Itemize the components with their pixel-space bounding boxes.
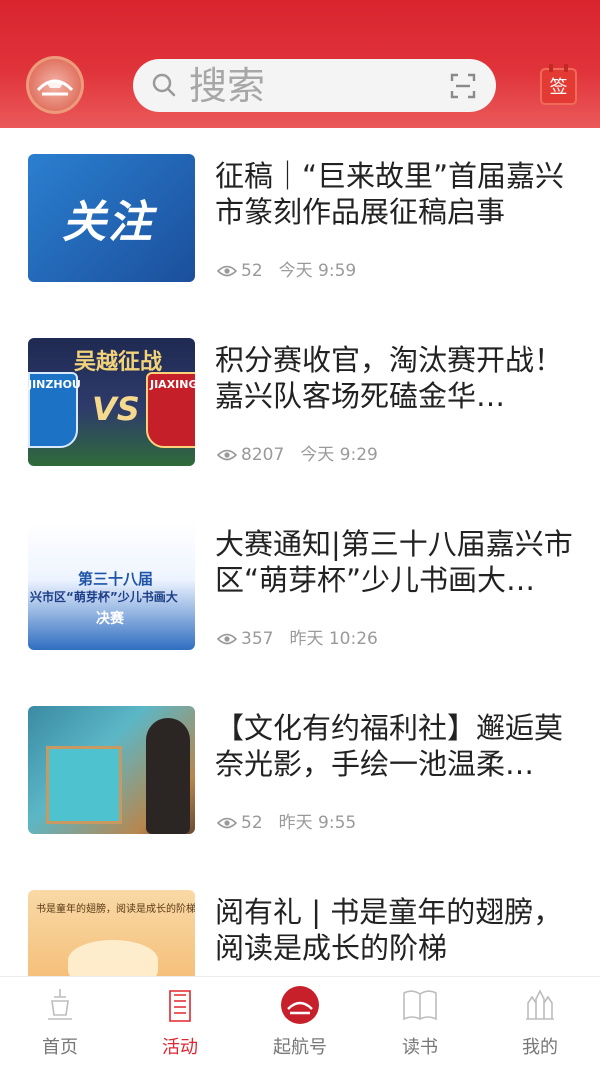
tab-home[interactable]: 首页 <box>0 977 120 1067</box>
news-meta: 8207 今天 9:29 <box>217 444 378 466</box>
tab-label: 读书 <box>402 1037 438 1058</box>
news-item[interactable]: 第三十八届 兴市区“萌芽杯”少儿书画大 决赛 大赛通知|第三十八届嘉兴市区“萌芽… <box>0 496 600 680</box>
thumbnail-line-3: 决赛 <box>96 611 124 627</box>
tab-label: 起航号 <box>273 1037 327 1058</box>
activity-icon <box>169 990 191 1022</box>
view-count-icon <box>217 633 237 645</box>
bottom-tab-bar: 首页 活动 起航号 读书 我的 <box>0 976 600 1067</box>
news-thumbnail: 关注 <box>28 154 195 282</box>
profile-icon <box>526 989 554 1020</box>
thumbnail-text: 书是童年的翅膀，阅读是成长的阶梯 <box>36 904 195 915</box>
book-icon <box>403 990 437 1021</box>
tab-activity[interactable]: 活动 <box>120 977 240 1067</box>
view-count: 52 <box>241 813 263 833</box>
thumbnail-text: 关注 <box>62 197 154 248</box>
easel-canvas <box>46 746 122 824</box>
home-icon <box>48 989 72 1020</box>
app-logo-icon[interactable] <box>26 56 84 114</box>
news-title: 【文化有约福利社】邂逅莫奈光影，手绘一池温柔… <box>215 711 564 781</box>
news-title: 积分赛收官，淘汰赛开战！嘉兴队客场死磕金华… <box>215 343 564 413</box>
team-left-name: JINZHOU <box>28 378 81 391</box>
search-placeholder: 搜索 <box>189 64 266 108</box>
news-thumbnail: 第三十八届 兴市区“萌芽杯”少儿书画大 决赛 <box>28 522 195 650</box>
tab-reading[interactable]: 读书 <box>360 977 480 1067</box>
news-meta: 52 昨天 9:55 <box>217 812 356 834</box>
view-count: 52 <box>241 261 263 281</box>
checkin-calendar-icon[interactable]: 签 <box>542 64 575 103</box>
publish-time: 昨天 10:26 <box>289 629 378 649</box>
view-count-icon <box>217 449 237 461</box>
news-meta: 357 昨天 10:26 <box>217 628 378 650</box>
view-count: 8207 <box>241 445 285 465</box>
news-title: 征稿｜“巨来故里”首届嘉兴市篆刻作品展征稿启事 <box>215 159 565 229</box>
tab-qihang[interactable]: 起航号 <box>240 977 360 1067</box>
tab-label: 活动 <box>162 1037 198 1058</box>
news-thumbnail <box>28 706 195 834</box>
search-bar[interactable]: 搜索 <box>133 59 496 112</box>
flying-book-illustration <box>68 940 158 980</box>
tab-profile[interactable]: 我的 <box>480 977 600 1067</box>
view-count: 357 <box>241 629 274 649</box>
painter-figure <box>146 718 190 834</box>
thumbnail-line-2: 兴市区“萌芽杯”少儿书画大 <box>30 590 178 604</box>
tab-label: 我的 <box>522 1037 558 1058</box>
qihang-icon <box>281 986 319 1024</box>
team-right-name: JIAXING <box>150 378 195 391</box>
versus-label: VS <box>92 390 140 428</box>
publish-time: 昨天 9:55 <box>278 813 357 833</box>
news-title: 阅有礼 | 书是童年的翅膀，阅读是成长的阶梯 <box>215 895 563 965</box>
view-count-icon <box>217 817 237 829</box>
news-thumbnail: 吴越征战 JINZHOU VS JIAXING <box>28 338 195 466</box>
news-item[interactable]: 关注 征稿｜“巨来故里”首届嘉兴市篆刻作品展征稿启事 52 今天 9:59 <box>0 128 600 312</box>
news-meta: 52 今天 9:59 <box>217 260 356 282</box>
search-icon <box>152 73 176 97</box>
news-item[interactable]: 吴越征战 JINZHOU VS JIAXING 积分赛收官，淘汰赛开战！嘉兴队客… <box>0 312 600 496</box>
publish-time: 今天 9:29 <box>300 445 378 465</box>
news-item[interactable]: 【文化有约福利社】邂逅莫奈光影，手绘一池温柔… 52 昨天 9:55 <box>0 680 600 864</box>
thumbnail-line-1: 第三十八届 <box>78 570 154 588</box>
view-count-icon <box>217 265 237 277</box>
news-title: 大赛通知|第三十八届嘉兴市区“萌芽杯”少儿书画大… <box>215 527 573 597</box>
tab-label: 首页 <box>42 1037 78 1058</box>
thumbnail-text: 吴越征战 <box>74 349 163 375</box>
top-header: 搜索 签 <box>0 0 600 128</box>
publish-time: 今天 9:59 <box>278 261 357 281</box>
scan-icon[interactable] <box>450 73 476 99</box>
